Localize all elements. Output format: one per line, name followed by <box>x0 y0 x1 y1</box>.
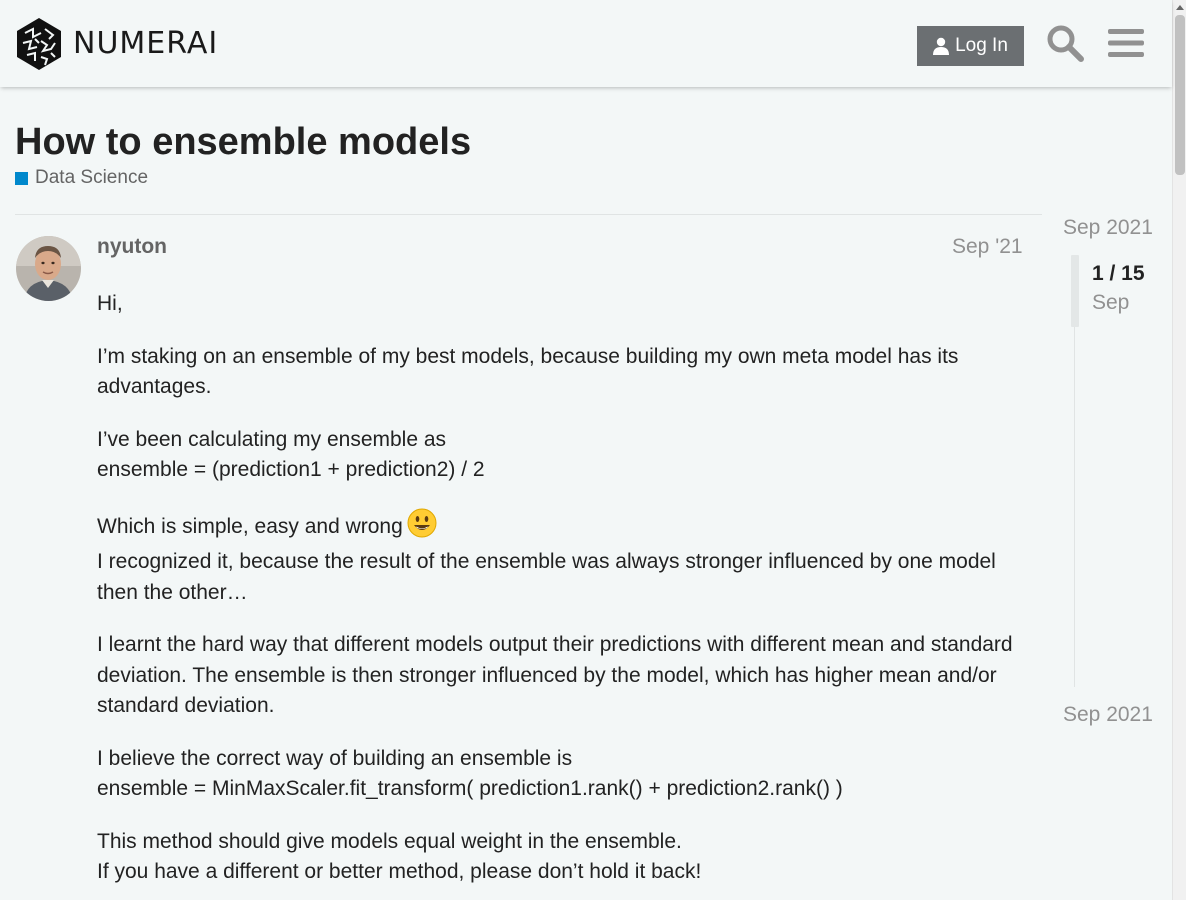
scrollbar-thumb[interactable] <box>1175 15 1185 175</box>
post-line: I recognized it, because the result of t… <box>97 550 996 604</box>
post-body: Hi, I’m staking on an ensemble of my bes… <box>97 289 1017 900</box>
category-label: Data Science <box>35 167 149 188</box>
post-paragraph: This method should give models equal wei… <box>97 827 1017 888</box>
timeline-end-date[interactable]: Sep 2021 <box>1063 703 1153 727</box>
page-scrollbar[interactable] <box>1172 0 1186 900</box>
post-line: I’ve been calculating my ensemble as <box>97 427 447 451</box>
topic-title[interactable]: How to ensemble models <box>15 120 471 164</box>
post-paragraph: I learnt the hard way that different mod… <box>97 633 1013 717</box>
avatar[interactable] <box>16 236 81 301</box>
post-paragraph: I believe the correct way of building an… <box>97 744 1017 805</box>
category-badge[interactable]: Data Science <box>15 167 148 189</box>
post-line: Which is simple, easy and wrong <box>97 514 403 538</box>
timeline-position: 1 / 15 <box>1092 262 1145 285</box>
post-line: ensemble = (prediction1 + prediction2) /… <box>97 458 485 481</box>
user-icon <box>933 37 950 55</box>
smiley-emoji-icon <box>407 508 437 548</box>
post-paragraph: Hi, <box>97 292 123 315</box>
login-button[interactable]: Log In <box>917 26 1024 66</box>
hamburger-menu-button[interactable] <box>1106 22 1146 64</box>
brand-name: NUMERAI <box>73 26 219 61</box>
post-line: If you have a different or better method… <box>97 860 702 883</box>
user-avatar-image <box>16 236 81 301</box>
scroll-up-arrow-icon[interactable] <box>1176 5 1184 10</box>
timeline-scroll-handle[interactable] <box>1071 255 1079 327</box>
site-header: NUMERAI Log In <box>0 0 1172 87</box>
numerai-logo-icon <box>17 18 61 70</box>
numerai-logo[interactable]: NUMERAI <box>15 17 218 71</box>
hamburger-menu-icon <box>1108 29 1144 57</box>
post-line: ensemble = MinMaxScaler.fit_transform( p… <box>97 777 843 800</box>
login-label: Log In <box>955 35 1008 56</box>
post-paragraph: Which is simple, easy and wrong I recogn… <box>97 508 1017 609</box>
post-date[interactable]: Sep '21 <box>952 235 1023 259</box>
timeline-month: Sep <box>1092 291 1130 314</box>
topic-divider <box>15 214 1042 215</box>
post-paragraph: I’ve been calculating my ensemble as ens… <box>97 425 1017 486</box>
category-color-square <box>15 171 28 185</box>
post-line: This method should give models equal wei… <box>97 829 682 853</box>
post-paragraph: I’m staking on an ensemble of my best mo… <box>97 344 959 399</box>
post-line: I believe the correct way of building an… <box>97 746 573 770</box>
post-username[interactable]: nyuton <box>97 235 167 259</box>
search-icon <box>1047 25 1084 62</box>
search-button[interactable] <box>1044 22 1086 64</box>
timeline-start-date[interactable]: Sep 2021 <box>1063 216 1153 240</box>
